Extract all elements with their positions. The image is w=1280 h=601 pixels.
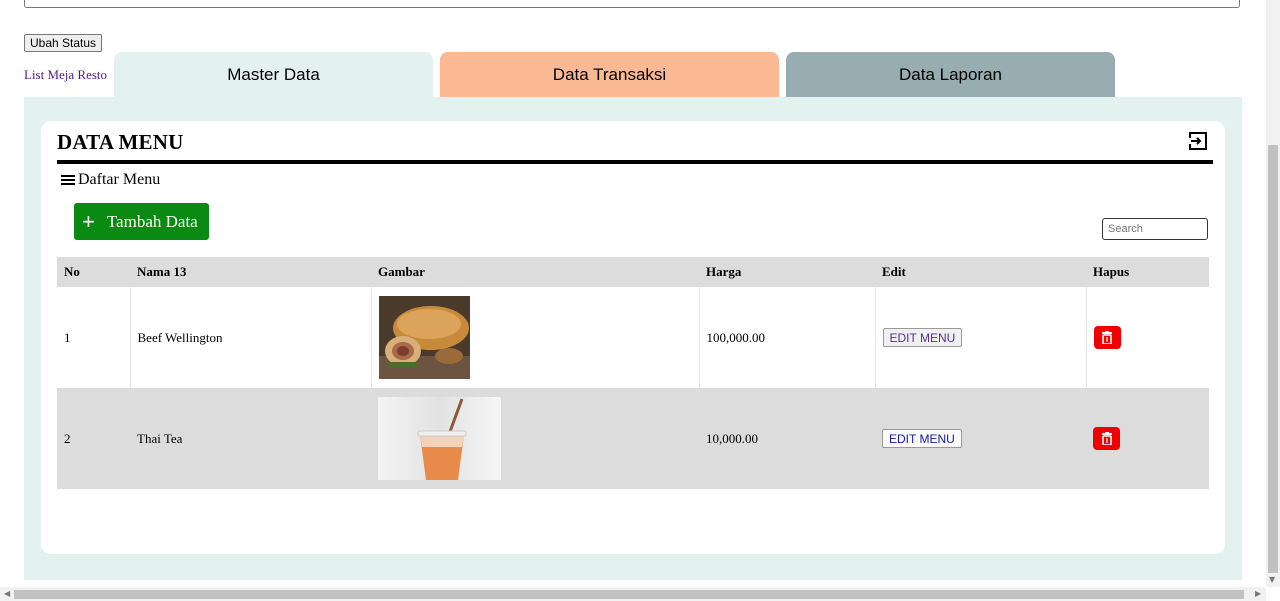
- tab-data-laporan[interactable]: Data Laporan: [786, 52, 1115, 97]
- beef-wellington-image: [378, 296, 470, 379]
- hamburger-icon: [61, 175, 75, 185]
- title-divider: [57, 160, 1213, 164]
- scroll-down-icon[interactable]: ▼: [1269, 575, 1275, 584]
- page-title: DATA MENU: [57, 130, 184, 154]
- logout-icon[interactable]: [1188, 131, 1208, 151]
- scroll-left-icon[interactable]: ◀: [4, 589, 10, 598]
- menu-table: No Nama 13 Gambar Harga Edit Hapus 1 Bee…: [57, 257, 1209, 489]
- cell-hapus: [1086, 388, 1209, 489]
- tab-master-data[interactable]: Master Data: [114, 52, 433, 97]
- header-edit: Edit: [875, 257, 1086, 287]
- change-status-button[interactable]: Ubah Status: [24, 34, 103, 52]
- trash-icon: [1102, 331, 1112, 344]
- cell-edit: EDIT MENU: [874, 287, 1086, 388]
- search-input[interactable]: [1102, 218, 1208, 240]
- table-row: 2 Thai Tea 10,000.00 EDIT MENU: [57, 388, 1209, 489]
- cell-hapus: [1085, 287, 1209, 388]
- header-no: No: [57, 257, 130, 287]
- horizontal-scrollbar[interactable]: ◀ ▶: [0, 587, 1266, 601]
- table-row: 1 Beef Wellington 100,000.00 EDIT MENU: [57, 287, 1209, 388]
- cell-nama: Beef Wellington: [129, 287, 371, 388]
- cell-harga: 10,000.00: [699, 388, 875, 489]
- add-data-button[interactable]: + Tambah Data: [74, 203, 209, 240]
- vertical-scroll-thumb[interactable]: [1268, 145, 1278, 573]
- delete-button[interactable]: [1093, 427, 1120, 450]
- horizontal-scroll-thumb[interactable]: [14, 590, 1244, 599]
- tab-label: Data Transaksi: [552, 64, 667, 84]
- cell-nama: Thai Tea: [130, 388, 371, 489]
- vertical-scrollbar[interactable]: ▼: [1266, 0, 1280, 587]
- header-harga: Harga: [699, 257, 875, 287]
- header-nama: Nama 13: [130, 257, 371, 287]
- table-header-row: No Nama 13 Gambar Harga Edit Hapus: [57, 257, 1209, 287]
- section-heading: Daftar Menu: [60, 171, 160, 189]
- cell-gambar: [371, 388, 699, 489]
- cell-no: 2: [57, 388, 130, 489]
- thai-tea-image: [378, 397, 501, 480]
- tab-label: Data Laporan: [898, 64, 1003, 84]
- list-meja-link[interactable]: List Meja Resto: [24, 67, 107, 83]
- header-gambar: Gambar: [371, 257, 699, 287]
- delete-button[interactable]: [1093, 326, 1121, 349]
- add-data-label: Tambah Data: [106, 211, 198, 231]
- edit-menu-button[interactable]: EDIT MENU: [882, 429, 962, 448]
- edit-menu-button[interactable]: EDIT MENU: [882, 328, 963, 347]
- section-heading-label: Daftar Menu: [78, 171, 161, 188]
- cell-no: 1: [64, 329, 71, 345]
- plus-icon: +: [82, 208, 95, 234]
- trash-icon: [1101, 432, 1112, 445]
- status-select[interactable]: Status Restoran: [24, 0, 1240, 8]
- tab-label: Master Data: [227, 64, 320, 84]
- header-hapus: Hapus: [1086, 257, 1209, 287]
- tab-data-transaksi[interactable]: Data Transaksi: [440, 52, 779, 97]
- scroll-right-icon[interactable]: ▶: [1255, 589, 1261, 598]
- cell-harga: 100,000.00: [698, 287, 875, 388]
- cell-edit: EDIT MENU: [875, 388, 1086, 489]
- cell-gambar: [370, 287, 699, 388]
